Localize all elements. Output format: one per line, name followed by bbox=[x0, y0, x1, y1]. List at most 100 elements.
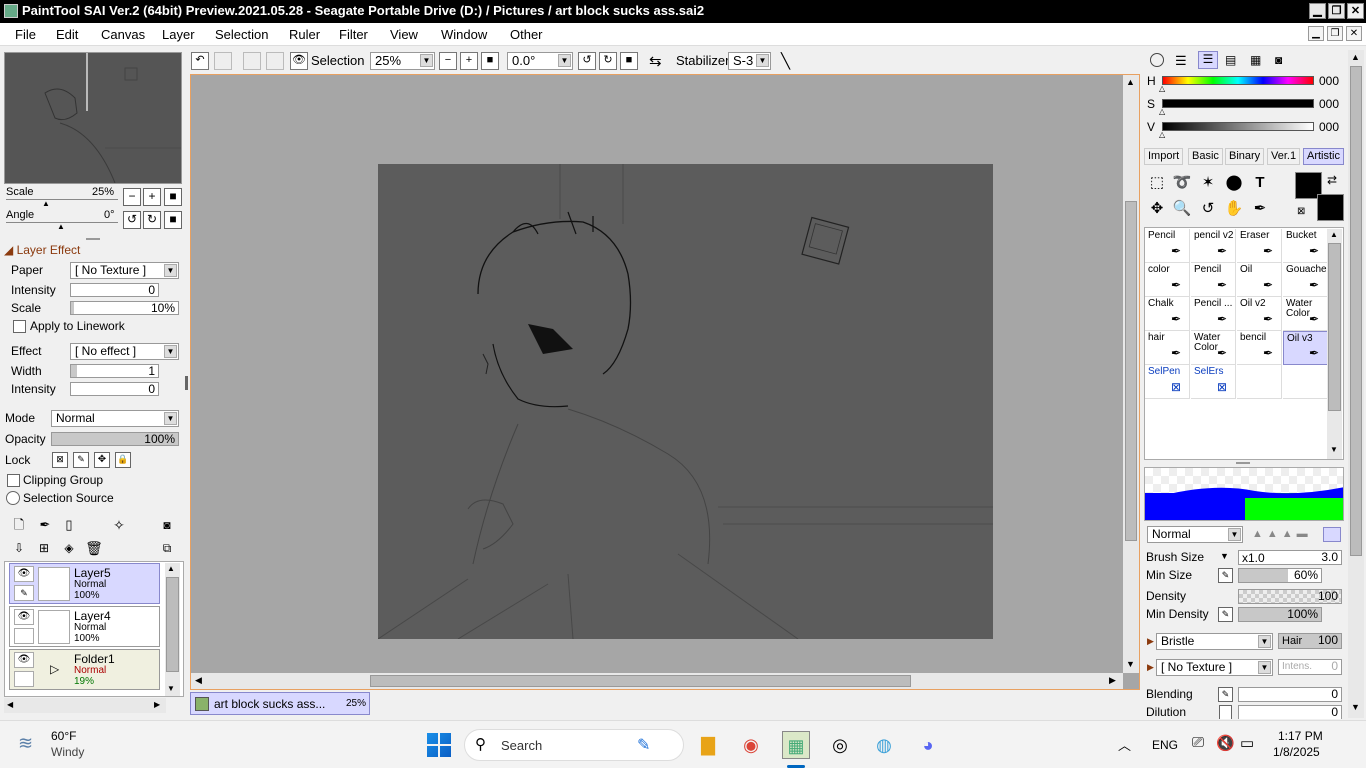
eye-icon[interactable]: 👁 bbox=[14, 652, 34, 668]
dilution-checkbox[interactable] bbox=[1219, 705, 1232, 719]
brush-slot[interactable]: Water Color ✒ bbox=[1283, 297, 1328, 331]
brush-slot[interactable]: color ✒ bbox=[1145, 263, 1190, 297]
file-explorer-icon[interactable]: ▇ bbox=[694, 731, 722, 759]
effect-intensity-slider[interactable]: 0 bbox=[70, 382, 159, 396]
brush-slot[interactable]: hair ✒ bbox=[1145, 331, 1190, 365]
brush-blend-select[interactable]: Normal ▼ bbox=[1147, 526, 1243, 543]
hand-tool-icon[interactable]: ✋ bbox=[1223, 198, 1245, 220]
paper-select[interactable]: [ No Texture ] ▼ bbox=[70, 262, 179, 279]
taskbar-search[interactable]: ⚲ Search ✎ bbox=[464, 729, 684, 761]
brush-tip-square-icon[interactable] bbox=[1323, 527, 1341, 542]
brush-tab-import[interactable]: Import bbox=[1144, 148, 1184, 165]
eye-icon[interactable]: 👁 bbox=[14, 566, 34, 582]
rotate-ccw-icon[interactable]: ↺ bbox=[578, 52, 596, 70]
new-folder-icon[interactable]: ▯ bbox=[58, 514, 80, 536]
zoom-select[interactable]: 25% ▼ bbox=[370, 52, 435, 70]
min-density-slider[interactable]: 100% bbox=[1238, 607, 1322, 622]
brush-slot[interactable]: Oil v3 ✒ bbox=[1283, 331, 1328, 365]
canvas-hscroll-thumb[interactable] bbox=[370, 675, 911, 687]
artboard[interactable] bbox=[377, 164, 993, 640]
brush-tab-ver1[interactable]: Ver.1 bbox=[1267, 148, 1301, 165]
network-icon[interactable]: ⎚ bbox=[1192, 734, 1204, 751]
stabilizer-select[interactable]: S-3 ▼ bbox=[728, 52, 771, 70]
undo-icon[interactable]: ↶ bbox=[191, 52, 209, 70]
secondary-color-swatch[interactable] bbox=[1317, 194, 1344, 221]
scroll-down-icon[interactable]: ▼ bbox=[1330, 445, 1338, 454]
doc-close-button[interactable]: ✕ bbox=[1346, 26, 1362, 41]
scroll-down-icon[interactable]: ▼ bbox=[1351, 702, 1360, 712]
brush-slot[interactable]: Pencil ... ✒ bbox=[1191, 297, 1236, 331]
flip-horizontal-icon[interactable]: ⇆ bbox=[649, 52, 662, 70]
zoom-out-button[interactable]: − bbox=[123, 188, 141, 206]
panel-resize-handle[interactable] bbox=[185, 376, 188, 390]
weather-desc[interactable]: Windy bbox=[51, 745, 84, 759]
zoom-in-icon[interactable]: + bbox=[460, 52, 478, 70]
rgb-slider-icon[interactable]: ☰ bbox=[1175, 53, 1187, 69]
rotate-tool-icon[interactable]: ↺ bbox=[1197, 198, 1219, 220]
rotate-cw-icon[interactable]: ↻ bbox=[599, 52, 617, 70]
blending-slider[interactable]: 0 bbox=[1238, 687, 1342, 702]
paper-intensity-slider[interactable]: 0 bbox=[70, 283, 159, 297]
rotate-reset-button[interactable]: ■ bbox=[164, 211, 182, 229]
menu-other[interactable]: Other bbox=[510, 27, 543, 42]
windows-start-icon[interactable] bbox=[427, 733, 451, 757]
selection-source-radio[interactable] bbox=[6, 491, 20, 505]
angle-select[interactable]: 0.0° ▼ bbox=[507, 52, 573, 70]
magic-wand-icon[interactable]: ✶ bbox=[1197, 172, 1219, 194]
nav-scale-thumb[interactable]: ▲ bbox=[42, 199, 50, 208]
expand-triangle-icon[interactable]: ▶ bbox=[1147, 636, 1154, 647]
paper-scale-slider[interactable]: 10% bbox=[70, 301, 179, 315]
steam-icon[interactable]: ◎ bbox=[826, 731, 854, 759]
document-tab[interactable]: art block sucks ass... 25% bbox=[190, 692, 370, 715]
canvas-viewport[interactable]: ▲ ▼ ◀ ▶ bbox=[190, 74, 1140, 690]
brush-slot[interactable]: SelErs ⊠ bbox=[1191, 365, 1236, 399]
blend-mode-select[interactable]: Normal ▼ bbox=[51, 410, 179, 427]
brush-size-dropdown-icon[interactable]: ▼ bbox=[1220, 551, 1229, 561]
zoom-reset-icon[interactable]: ■ bbox=[481, 52, 499, 70]
brush-slot[interactable]: Bucket ✒ bbox=[1283, 229, 1328, 263]
saturation-slider[interactable] bbox=[1162, 99, 1314, 108]
brush-scroll-thumb[interactable] bbox=[1328, 243, 1341, 411]
swap-colors-icon[interactable]: ⇄ bbox=[1327, 173, 1337, 187]
brush-slot[interactable]: Chalk ✒ bbox=[1145, 297, 1190, 331]
new-linework-layer-icon[interactable]: ✒ bbox=[34, 514, 56, 536]
expand-triangle-icon[interactable]: ▶ bbox=[1147, 662, 1154, 673]
empty-brush-slot[interactable] bbox=[1283, 365, 1328, 399]
canvas-vscroll-thumb[interactable] bbox=[1125, 201, 1137, 541]
duplicate-layer-icon[interactable]: ⧉ bbox=[156, 537, 178, 559]
close-button[interactable]: ✕ bbox=[1347, 3, 1364, 19]
scroll-up-icon[interactable]: ▲ bbox=[1330, 230, 1338, 239]
discord-icon[interactable]: ◕ bbox=[914, 731, 942, 759]
zoom-in-button[interactable]: + bbox=[143, 188, 161, 206]
rotate-reset-icon[interactable]: ■ bbox=[620, 52, 638, 70]
canvas-hscrollbar[interactable]: ◀ ▶ bbox=[191, 673, 1123, 689]
menu-edit[interactable]: Edit bbox=[56, 27, 78, 42]
shape-tool-icon[interactable]: ⬤ bbox=[1223, 172, 1245, 194]
menu-filter[interactable]: Filter bbox=[339, 27, 368, 42]
eye-icon[interactable]: 👁 bbox=[14, 609, 34, 625]
menu-file[interactable]: File bbox=[15, 27, 36, 42]
pressure-size-icon[interactable]: ✎ bbox=[1218, 568, 1233, 583]
brush-slot[interactable]: Pencil ✒ bbox=[1191, 263, 1236, 297]
layer-mask-icon[interactable]: ◙ bbox=[156, 514, 178, 536]
brush-shape-select[interactable]: Bristle ▼ bbox=[1156, 633, 1273, 650]
scratchpad-icon[interactable]: ◙ bbox=[1275, 53, 1282, 67]
eyedropper-icon[interactable]: ✒ bbox=[1249, 198, 1271, 220]
scroll-right-icon[interactable]: ▶ bbox=[154, 700, 160, 709]
sat-thumb[interactable]: △ bbox=[1159, 107, 1165, 116]
delete-layer-icon[interactable]: 🗑 bbox=[83, 537, 105, 559]
brush-slot[interactable]: Water Color ✒ bbox=[1191, 331, 1236, 365]
brush-tab-basic[interactable]: Basic bbox=[1188, 148, 1223, 165]
layer-effect-icon[interactable]: ✧ bbox=[108, 514, 130, 536]
brush-palette-scrollbar[interactable]: ▲ ▼ bbox=[1327, 229, 1342, 459]
minimize-button[interactable]: ▁ bbox=[1309, 3, 1326, 19]
pressure-density-icon[interactable]: ✎ bbox=[1218, 607, 1233, 622]
volume-muted-icon[interactable]: 🔇 bbox=[1216, 734, 1235, 752]
rect-select-icon[interactable]: ⬚ bbox=[1146, 172, 1168, 194]
new-layer-icon[interactable]: 🗋 bbox=[8, 514, 30, 536]
scroll-up-icon[interactable]: ▲ bbox=[1126, 77, 1135, 87]
chrome-icon[interactable]: ◉ bbox=[737, 731, 765, 759]
brush-tip-shapes[interactable]: ▲▲▲▬ bbox=[1252, 528, 1312, 540]
menu-ruler[interactable]: Ruler bbox=[289, 27, 320, 42]
invert-selection-icon[interactable] bbox=[266, 52, 284, 70]
